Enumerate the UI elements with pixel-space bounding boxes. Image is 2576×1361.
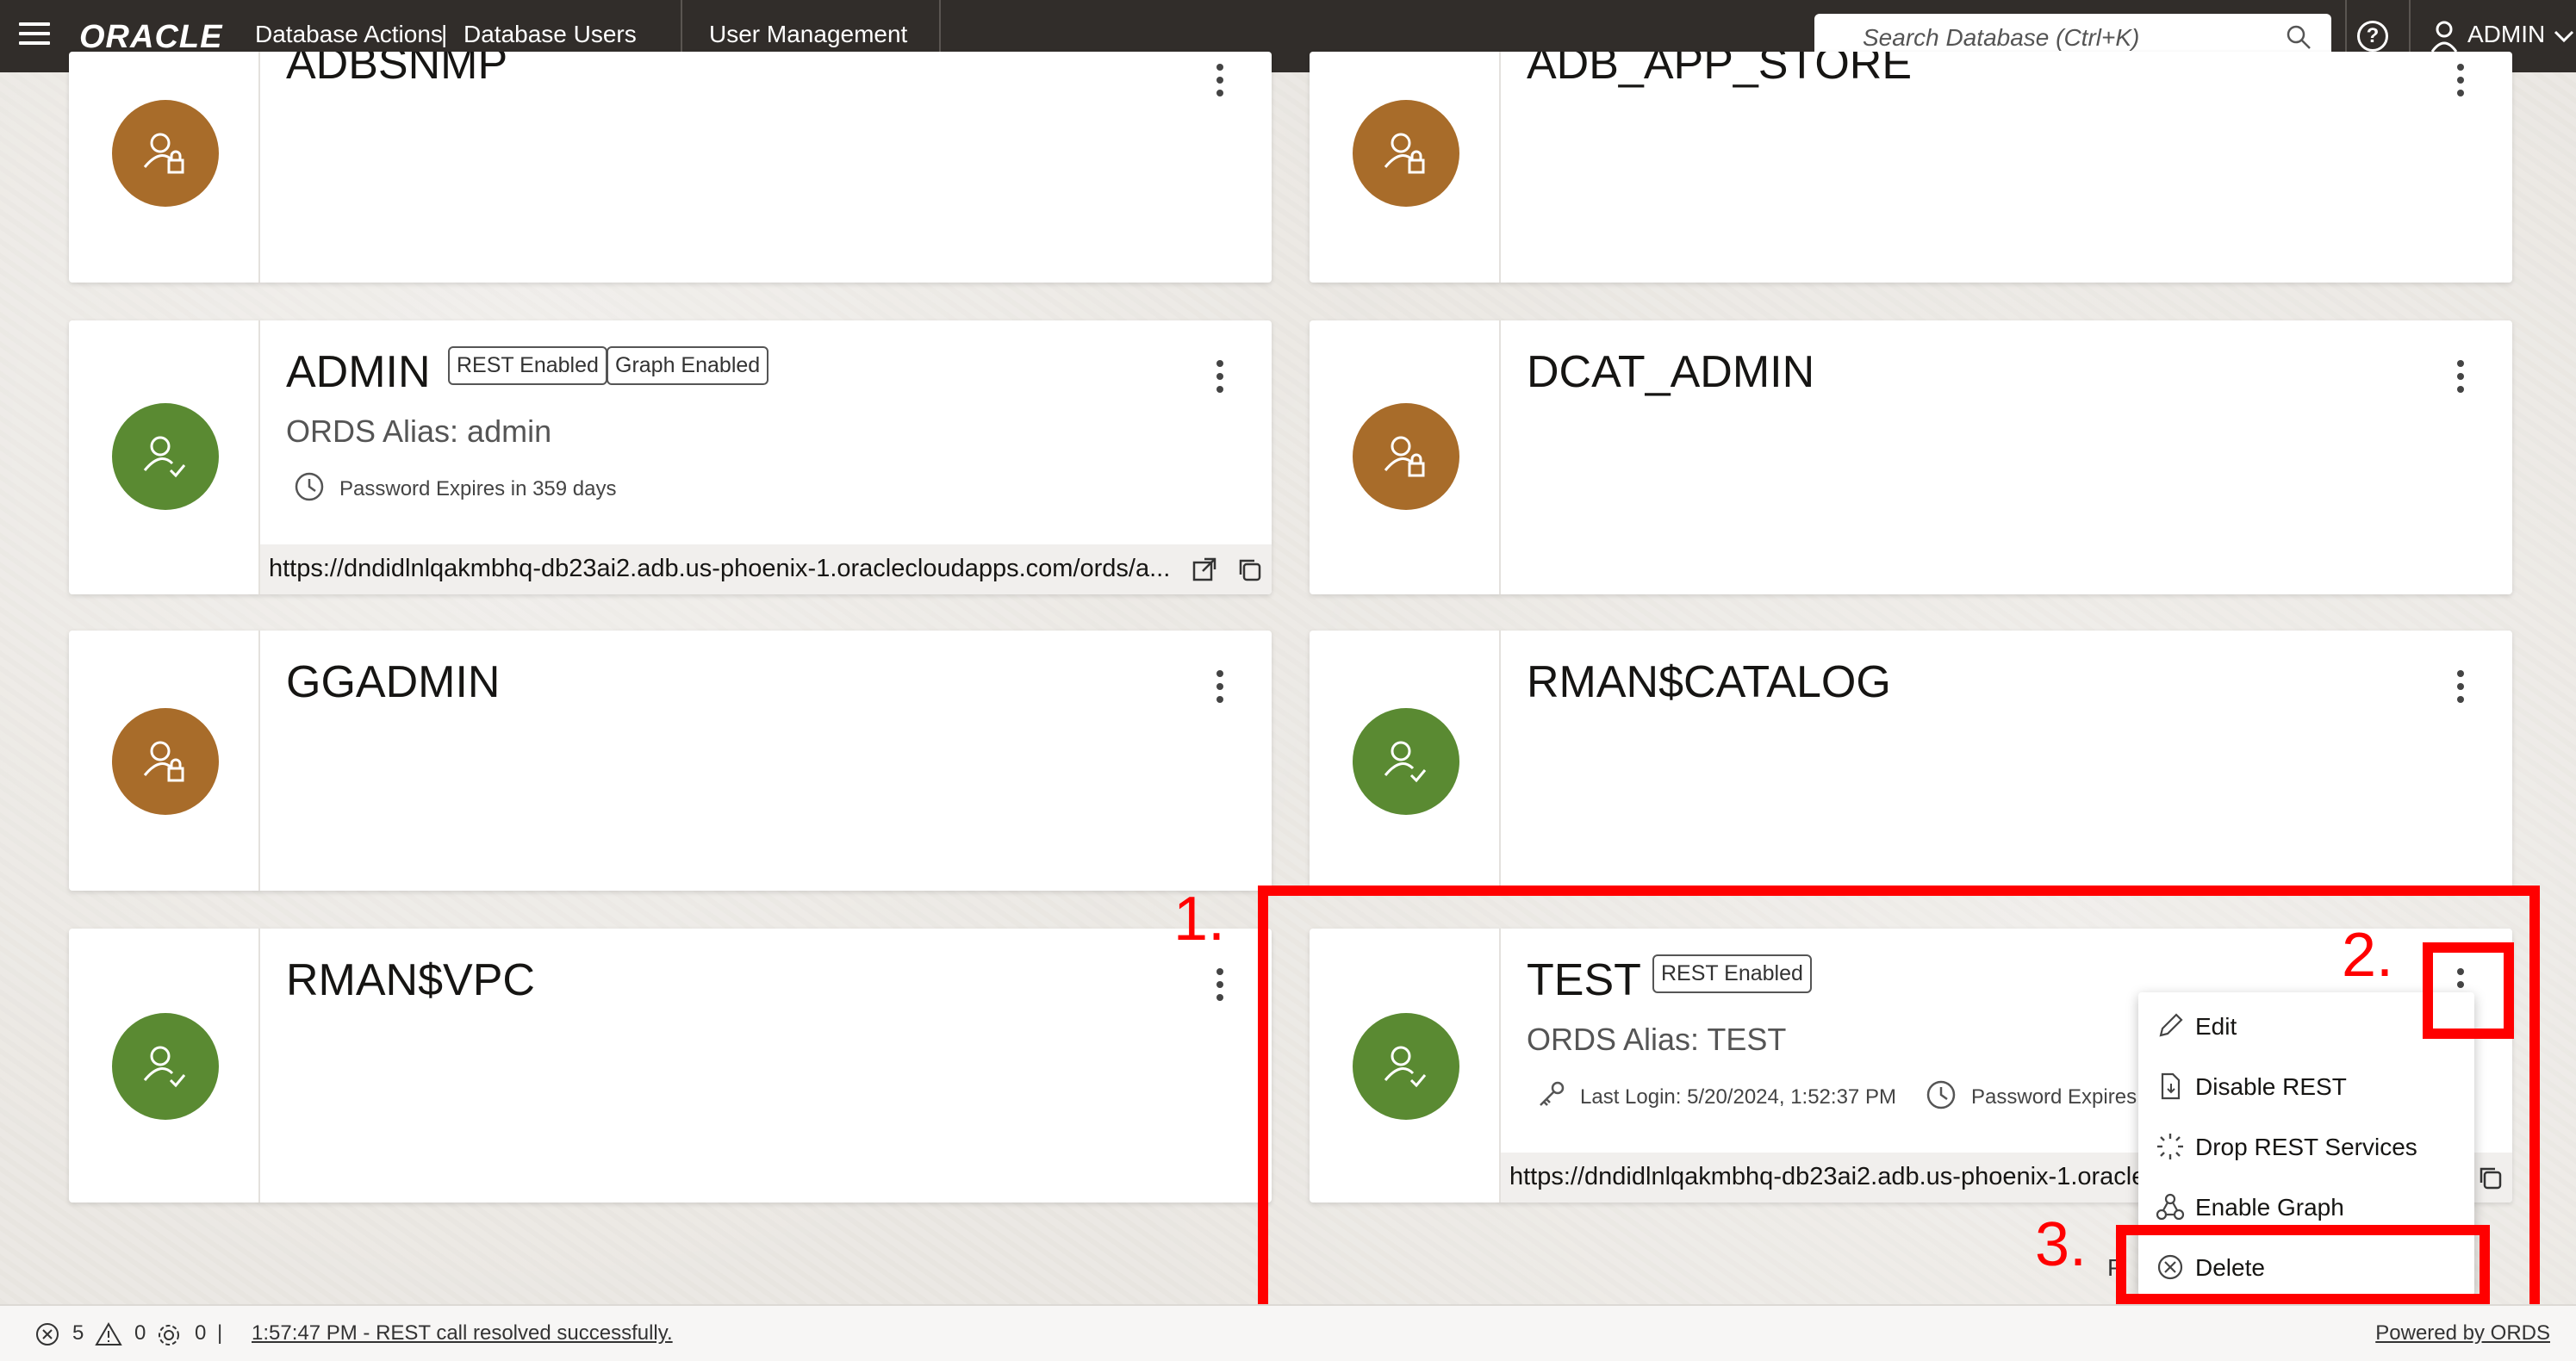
user-name: ADMIN (286, 347, 431, 397)
more-options-icon[interactable] (1215, 64, 1225, 102)
user-check-icon (143, 436, 186, 478)
footer-separator: | (217, 1321, 223, 1345)
open-link-icon[interactable] (1191, 556, 1218, 583)
user-card[interactable]: ADB_APP_STORE (1310, 52, 2512, 283)
user-card[interactable]: GGADMIN (69, 631, 1272, 891)
avatar-locked (1353, 100, 1459, 207)
avatar-locked (1353, 403, 1459, 510)
avatar-locked (112, 100, 219, 207)
user-check-icon (1384, 741, 1427, 783)
user-name: ADBSNMP (286, 52, 508, 89)
status-message[interactable]: 1:57:47 PM - REST call resolved successf… (252, 1321, 673, 1345)
search-icon (2287, 25, 2311, 49)
annotation-label-step2: 2. (2342, 921, 2394, 990)
annotation-label-step3: 3. (2035, 1210, 2088, 1279)
status-bar: 5 0 0 | 1:57:47 PM - REST call resolved … (0, 1304, 2576, 1361)
more-options-icon[interactable] (2455, 360, 2466, 398)
graph-enabled-badge: Graph Enabled (607, 346, 769, 385)
clock-icon (295, 472, 324, 501)
gear-icon[interactable] (155, 1321, 183, 1349)
user-card[interactable]: RMAN$CATALOG (1310, 631, 2512, 891)
avatar-open (112, 1013, 219, 1120)
title-separator: | (441, 21, 448, 47)
more-options-icon[interactable] (1215, 968, 1225, 1006)
user-card[interactable]: ADMIN REST Enabled Graph Enabled ORDS Al… (69, 320, 1272, 594)
error-count: 5 (72, 1321, 84, 1345)
tab-user-management[interactable]: User Management (709, 21, 907, 48)
user-card[interactable]: RMAN$VPC (69, 929, 1272, 1203)
more-options-icon[interactable] (2455, 64, 2466, 102)
app-title[interactable]: Database Actions (255, 21, 443, 48)
more-options-icon[interactable] (2455, 670, 2466, 708)
user-locked-icon (1384, 133, 1425, 174)
annotation-box-step2 (2423, 942, 2514, 1039)
user-locked-icon (143, 741, 184, 782)
user-name: GGADMIN (286, 657, 501, 707)
copy-icon[interactable] (1235, 556, 1263, 583)
user-menu-button[interactable]: ADMIN (2467, 21, 2545, 48)
user-card[interactable]: ADBSNMP (69, 52, 1272, 283)
page-title: Database Users (464, 21, 637, 47)
user-icon[interactable] (2430, 19, 2459, 53)
rest-enabled-badge: REST Enabled (448, 346, 607, 385)
chevron-down-icon[interactable] (2552, 24, 2576, 48)
password-expiry: Password Expires in 359 days (339, 477, 617, 500)
user-card[interactable]: DCAT_ADMIN (1310, 320, 2512, 594)
oracle-logo: ORACLE (79, 19, 223, 55)
warning-count: 0 (134, 1321, 146, 1345)
avatar-open (1353, 708, 1459, 815)
help-icon[interactable]: ? (2357, 21, 2388, 52)
user-name: RMAN$CATALOG (1527, 657, 1891, 707)
more-options-icon[interactable] (1215, 670, 1225, 708)
user-name: ADB_APP_STORE (1527, 52, 1913, 89)
avatar-open (112, 403, 219, 510)
annotation-box-step3 (2116, 1225, 2490, 1304)
rest-url: https://dndidlnlqakmbhq-db23ai2.adb.us-p… (269, 555, 1171, 582)
user-locked-icon (143, 133, 184, 174)
annotation-label-step1: 1. (1173, 885, 1226, 954)
avatar-locked (112, 708, 219, 815)
more-options-icon[interactable] (1215, 360, 1225, 398)
settings-count: 0 (195, 1321, 207, 1345)
powered-by-ords-link[interactable]: Powered by ORDS (2375, 1321, 2550, 1345)
ords-alias: ORDS Alias: admin (286, 413, 552, 449)
user-locked-icon (1384, 436, 1425, 477)
user-name: DCAT_ADMIN (1527, 347, 1815, 397)
rest-url-bar: https://dndidlnlqakmbhq-db23ai2.adb.us-p… (260, 544, 1272, 594)
user-name: RMAN$VPC (286, 955, 535, 1005)
error-icon[interactable] (34, 1321, 60, 1347)
warning-icon[interactable] (95, 1321, 122, 1347)
hamburger-menu-icon[interactable] (19, 22, 50, 50)
search-placeholder: Search Database (Ctrl+K) (1863, 24, 2140, 51)
user-check-icon (143, 1046, 186, 1088)
